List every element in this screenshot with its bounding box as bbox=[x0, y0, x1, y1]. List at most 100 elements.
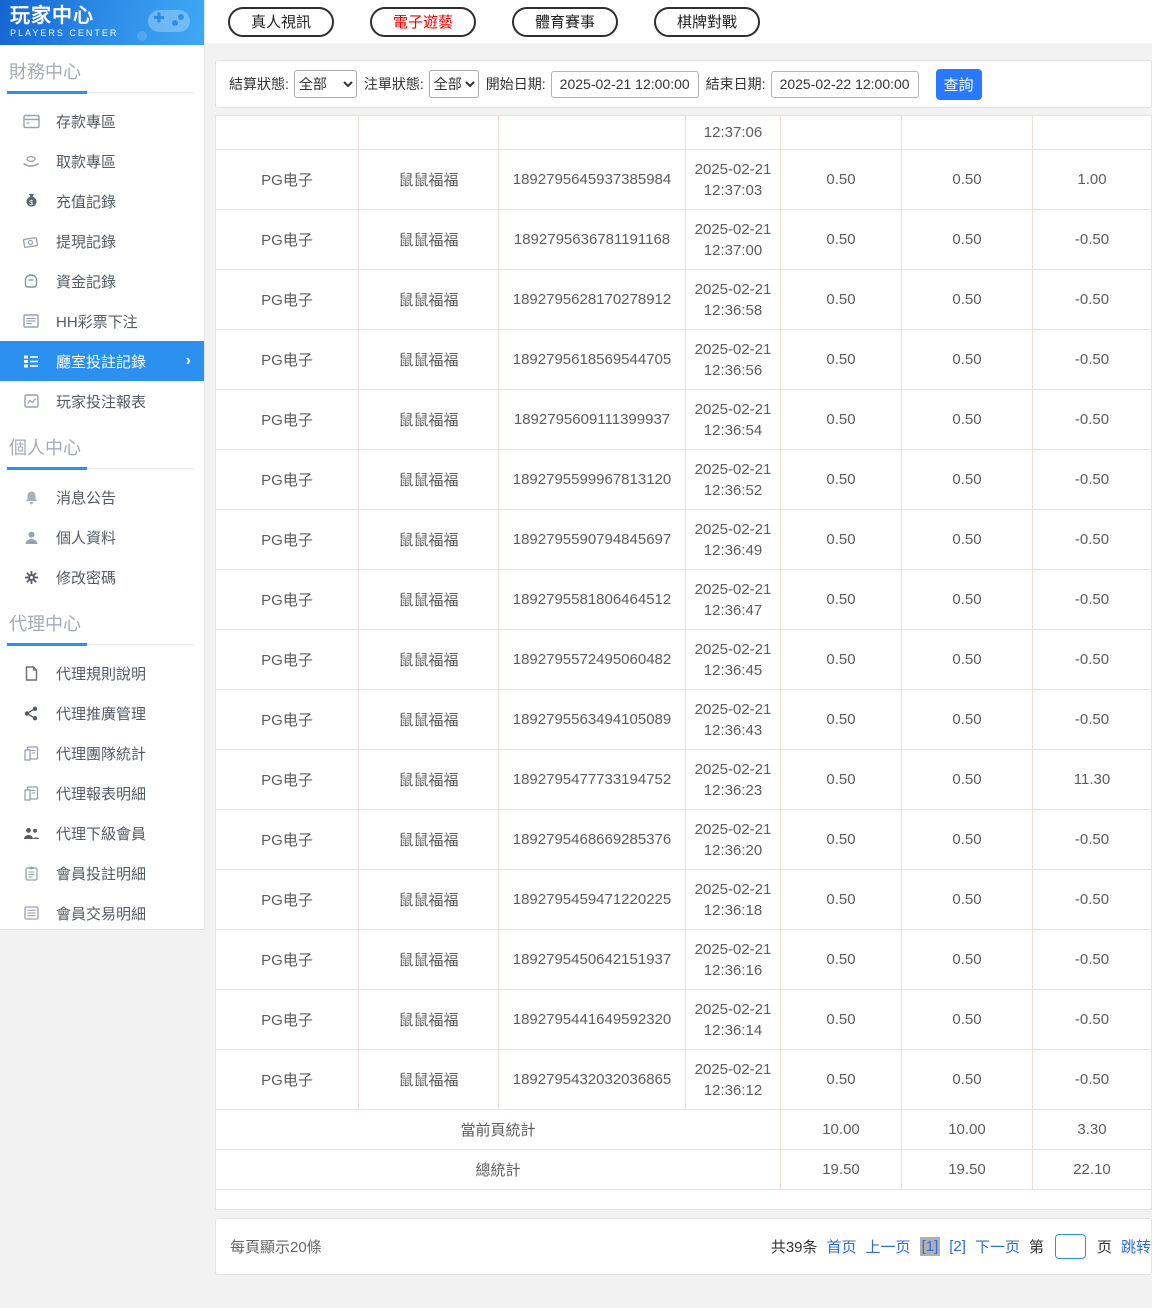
sidebar-item-label: 代理團隊統計 bbox=[56, 745, 147, 763]
cell-platform bbox=[216, 116, 359, 150]
banknotes-icon bbox=[22, 234, 40, 248]
page-jump-input[interactable] bbox=[1054, 1234, 1086, 1259]
cell-datetime: 2025-02-21 12:36:20 bbox=[685, 809, 781, 870]
sidebar-item-label: 消息公告 bbox=[56, 489, 117, 507]
start-date-input[interactable] bbox=[550, 70, 699, 98]
cell-win-loss: -0.50 bbox=[1032, 569, 1151, 630]
list-box-icon bbox=[22, 906, 40, 920]
sidebar-item-player-bet-report[interactable]: 玩家投注報表 bbox=[0, 381, 204, 421]
settle-status-select[interactable]: 全部 bbox=[293, 70, 357, 98]
sidebar-item-agent-sub-members[interactable]: 代理下級會員 bbox=[0, 813, 204, 853]
sidebar-item-profile[interactable]: 個人資料 bbox=[0, 517, 204, 557]
cell-valid-amount: 0.50 bbox=[901, 149, 1033, 210]
app-logo: 玩家中心 PLAYERS CENTER bbox=[0, 0, 204, 45]
tab-live-video[interactable]: 真人視訊 bbox=[228, 6, 335, 37]
cell-game: 鼠鼠福福 bbox=[358, 809, 499, 870]
cell-game: 鼠鼠福福 bbox=[358, 989, 499, 1050]
summary-bet-amount: 10.00 bbox=[780, 1109, 902, 1150]
sidebar-item-withdrawal-records[interactable]: 提現記錄 bbox=[0, 221, 204, 261]
sidebar-item-change-password[interactable]: 修改密碼 bbox=[0, 557, 204, 597]
tab-board-games[interactable]: 棋牌對戰 bbox=[654, 6, 761, 37]
cell-valid-amount: 0.50 bbox=[901, 209, 1033, 270]
cell-bet-amount: 0.50 bbox=[780, 329, 902, 390]
cell-datetime: 2025-02-21 12:36:47 bbox=[685, 569, 781, 630]
cell-win-loss: -0.50 bbox=[1032, 1049, 1151, 1110]
partial-row-time: 12:37:06 bbox=[685, 116, 781, 150]
next-page-link[interactable]: 下一页 bbox=[975, 1236, 1020, 1257]
tab-sports[interactable]: 體育賽事 bbox=[512, 6, 619, 37]
tab-electronic-games[interactable]: 電子遊藝 bbox=[370, 6, 477, 37]
document-icon bbox=[22, 665, 40, 681]
cell-valid-amount: 0.50 bbox=[901, 989, 1033, 1050]
cell-game: 鼠鼠福福 bbox=[358, 749, 499, 810]
prev-page-link[interactable]: 上一页 bbox=[866, 1236, 911, 1257]
cell-valid-amount: 0.50 bbox=[901, 269, 1033, 330]
query-button[interactable]: 查詢 bbox=[935, 68, 982, 100]
first-page-link[interactable]: 首页 bbox=[827, 1236, 857, 1257]
user-icon bbox=[22, 530, 40, 545]
sidebar-section-finance: 財務中心 bbox=[7, 58, 195, 94]
sidebar-item-label: 存款專區 bbox=[56, 113, 117, 131]
cell-bet-id: 1892795645937385984 bbox=[498, 149, 686, 210]
sidebar-item-label: 代理下級會員 bbox=[56, 825, 147, 843]
section-title: 代理中心 bbox=[9, 614, 81, 634]
cell-bet-id: 1892795572495060482 bbox=[498, 629, 686, 690]
jump-link[interactable]: 跳转 bbox=[1121, 1236, 1151, 1257]
page-link-2[interactable]: [2] bbox=[949, 1238, 966, 1255]
org-list-icon bbox=[22, 354, 40, 368]
pager: 共39条 首页 上一页 [1] [2] 下一页 第 页 跳转 bbox=[771, 1234, 1151, 1259]
category-tabbar: 真人視訊 電子遊藝 體育賽事 棋牌對戰 bbox=[205, 0, 1152, 43]
purse-icon bbox=[22, 273, 40, 289]
cell-platform: PG电子 bbox=[216, 509, 359, 570]
cell-bet-id: 1892795563494105089 bbox=[498, 689, 686, 750]
cell-win-loss: -0.50 bbox=[1032, 449, 1151, 510]
chevron-right-icon: › bbox=[185, 352, 191, 369]
summary-valid-amount: 10.00 bbox=[901, 1109, 1033, 1150]
sidebar-item-member-transaction-detail[interactable]: 會員交易明細 bbox=[0, 893, 204, 933]
sidebar-item-agent-rules[interactable]: 代理規則說明 bbox=[0, 653, 204, 693]
sidebar-item-recharge-records[interactable]: $ 充值記錄 bbox=[0, 181, 204, 221]
cell-game: 鼠鼠福福 bbox=[358, 329, 499, 390]
sidebar-item-fund-records[interactable]: 資金記錄 bbox=[0, 261, 204, 301]
cell-win-loss: 1.00 bbox=[1032, 149, 1151, 210]
cell-platform: PG电子 bbox=[216, 269, 359, 330]
sidebar-item-agent-team-stats[interactable]: 代理團隊統計 bbox=[0, 733, 204, 773]
cell-valid-amount bbox=[901, 116, 1033, 150]
page-link-1[interactable]: [1] bbox=[919, 1237, 941, 1256]
cell-game: 鼠鼠福福 bbox=[358, 689, 499, 750]
cell-valid-amount: 0.50 bbox=[901, 629, 1033, 690]
sidebar-item-agent-promotion[interactable]: 代理推廣管理 bbox=[0, 693, 204, 733]
cell-datetime: 2025-02-21 12:37:00 bbox=[685, 209, 781, 270]
sidebar-item-label: 會員投註明細 bbox=[56, 865, 147, 883]
cell-bet-id: 1892795618569544705 bbox=[498, 329, 686, 390]
sidebar-item-hall-bet-records[interactable]: 廳室投註記錄 › bbox=[0, 341, 204, 381]
svg-text:$: $ bbox=[29, 200, 33, 207]
start-date-label: 開始日期: bbox=[485, 76, 546, 92]
sidebar-item-deposit-zone[interactable]: 存款專區 bbox=[0, 101, 204, 141]
cell-platform: PG电子 bbox=[216, 569, 359, 630]
order-status-select[interactable]: 全部 bbox=[428, 70, 479, 98]
deposit-card-icon bbox=[22, 114, 40, 129]
sidebar-item-agent-report-detail[interactable]: 代理報表明細 bbox=[0, 773, 204, 813]
sidebar-item-label: 代理規則說明 bbox=[56, 665, 147, 683]
sidebar-item-label: 代理推廣管理 bbox=[56, 705, 147, 723]
cell-valid-amount: 0.50 bbox=[901, 749, 1033, 810]
cell-valid-amount: 0.50 bbox=[901, 569, 1033, 630]
cell-bet-id: 1892795581806464512 bbox=[498, 569, 686, 630]
cell-bet-amount: 0.50 bbox=[780, 929, 902, 990]
sidebar-item-label: 代理報表明細 bbox=[56, 785, 147, 803]
sidebar-item-withdraw-zone[interactable]: 取款專區 bbox=[0, 141, 204, 181]
cell-bet-amount: 0.50 bbox=[780, 749, 902, 810]
cell-win-loss: -0.50 bbox=[1032, 389, 1151, 450]
cell-win-loss: -0.50 bbox=[1032, 629, 1151, 690]
cell-bet-id: 1892795432032036865 bbox=[498, 1049, 686, 1110]
cell-bet-amount: 0.50 bbox=[780, 149, 902, 210]
sidebar-section-personal: 個人中心 bbox=[7, 434, 195, 470]
sidebar-item-member-bet-detail[interactable]: 會員投註明細 bbox=[0, 853, 204, 893]
end-date-input[interactable] bbox=[770, 70, 919, 98]
sidebar-item-hh-lottery-bets[interactable]: HH彩票下注 bbox=[0, 301, 204, 341]
sidebar-item-announcements[interactable]: 消息公告 bbox=[0, 477, 204, 517]
cell-bet-amount: 0.50 bbox=[780, 869, 902, 930]
summary-win-loss: 3.30 bbox=[1032, 1109, 1151, 1150]
share-icon bbox=[22, 706, 40, 721]
